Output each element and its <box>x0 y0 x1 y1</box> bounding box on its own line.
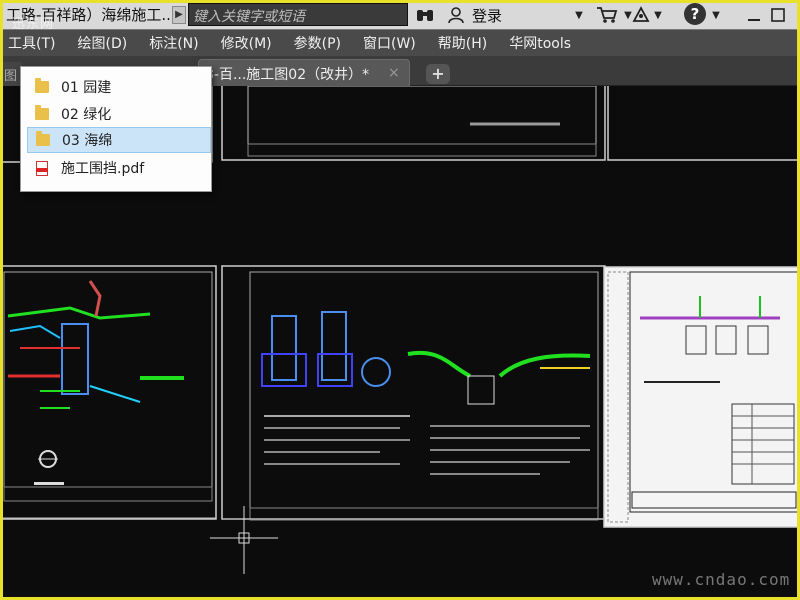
folder-icon <box>35 78 49 93</box>
binoculars-icon[interactable] <box>414 3 436 27</box>
title-bar: 工路-百祥路）海绵施工... 迅东网 ▶ 键入关键字或短语 登录 ▼ ▼ ▼ ?… <box>0 0 800 32</box>
watermark-text: www.cndao.com <box>652 570 791 589</box>
menu-parameter[interactable]: 参数(P) <box>283 33 352 53</box>
menu-dimension[interactable]: 标注(N) <box>138 33 209 53</box>
popup-item-pdf[interactable]: 施工围挡.pdf <box>27 155 211 181</box>
menu-modify[interactable]: 修改(M) <box>210 33 283 53</box>
popup-item-yuanjian[interactable]: 01 园建 <box>27 74 211 100</box>
dropdown-arrow-icon[interactable]: ▼ <box>652 3 664 27</box>
dropdown-arrow-icon[interactable]: ▼ <box>572 3 586 27</box>
menu-huawang-tools[interactable]: 华网tools <box>498 33 582 53</box>
menu-window[interactable]: 窗口(W) <box>352 33 427 53</box>
menu-tools[interactable]: 工具(T) <box>0 33 66 53</box>
menu-draw[interactable]: 绘图(D) <box>66 33 138 53</box>
cart-icon[interactable] <box>594 3 620 27</box>
user-icon[interactable] <box>444 3 468 27</box>
popup-item-label: 施工围挡.pdf <box>61 161 145 177</box>
dropdown-arrow-icon[interactable]: ▼ <box>710 3 722 27</box>
menu-bar: 工具(T) 绘图(D) 标注(N) 修改(M) 参数(P) 窗口(W) 帮助(H… <box>0 30 800 56</box>
network-icon[interactable] <box>628 3 654 27</box>
pdf-icon <box>36 160 48 176</box>
window-controls[interactable] <box>740 3 796 27</box>
tab-active-drawing[interactable]: 8-百...施工图02（改井）* <box>198 59 410 86</box>
popup-item-label: 03 海绵 <box>62 133 113 149</box>
popup-item-lvhua[interactable]: 02 绿化 <box>27 101 211 127</box>
close-tab-icon[interactable]: × <box>388 65 400 81</box>
folder-icon <box>36 131 50 146</box>
folder-dropdown: 01 园建 02 绿化 03 海绵 施工围挡.pdf <box>20 66 212 192</box>
add-tab-button[interactable]: + <box>426 64 450 84</box>
menu-help[interactable]: 帮助(H) <box>427 33 498 53</box>
popup-item-label: 02 绿化 <box>61 107 112 123</box>
tab-drawing-list[interactable]: 图 <box>0 62 22 86</box>
help-button[interactable]: ? <box>684 3 706 25</box>
expand-arrow-icon[interactable]: ▶ <box>172 6 186 24</box>
login-link[interactable]: 登录 <box>472 5 502 26</box>
search-input[interactable]: 键入关键字或短语 <box>188 3 408 26</box>
popup-item-label: 01 园建 <box>61 80 112 96</box>
folder-icon <box>35 105 49 120</box>
popup-item-haimian[interactable]: 03 海绵 <box>27 127 211 153</box>
